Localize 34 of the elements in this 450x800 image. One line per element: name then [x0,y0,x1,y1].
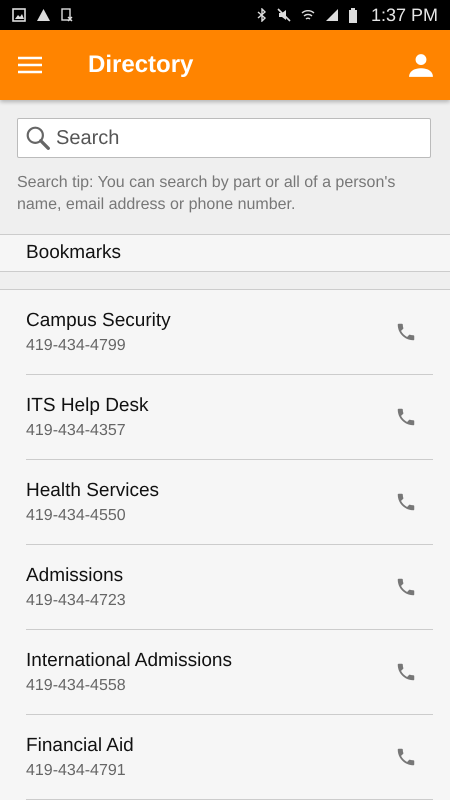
battery-icon [348,8,357,22]
image-icon [12,8,26,22]
contact-name: ITS Help Desk [26,394,150,416]
call-button[interactable] [395,576,417,598]
contact-phone: 419-434-4558 [26,676,127,694]
search-icon [25,125,51,151]
bluetooth-icon [256,8,267,22]
wifi-icon [300,8,315,22]
call-button[interactable] [395,746,417,768]
search-tip: Search tip: You can search by part or all of a person's name, email address or phone number. [17,173,396,215]
search-field[interactable]: Search [17,118,431,158]
contact-phone: 419-434-4791 [26,762,127,780]
bookmarks-item[interactable]: Bookmarks [0,234,450,272]
contact-name: Health Services [26,480,160,502]
document-icon [61,8,73,22]
contact-name: Admissions [26,564,124,586]
call-button[interactable] [395,406,417,428]
menu-button[interactable] [18,56,42,74]
call-button[interactable] [395,321,417,343]
warning-icon [36,8,51,22]
contact-phone: 419-434-4357 [26,422,127,440]
contact-name: Financial Aid [26,734,135,756]
contact-name: Campus Security [26,310,172,332]
mute-icon [276,8,291,22]
contact-phone: 419-434-4550 [26,506,127,524]
call-button[interactable] [395,491,417,513]
call-button[interactable] [395,661,417,683]
signal-icon [324,8,339,22]
screen-title: Directory [88,51,194,79]
clock-time: 1:37 PM [370,4,438,26]
contact-phone: 419-434-4723 [26,592,127,610]
contact-name: International Admissions [26,650,233,672]
contact-phone: 419-434-4799 [26,336,127,354]
profile-button[interactable] [408,52,434,78]
